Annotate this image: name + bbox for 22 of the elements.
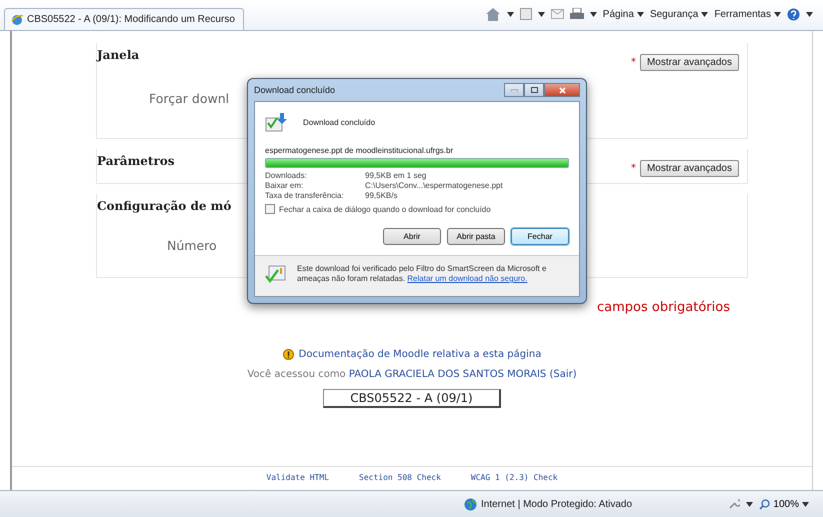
download-source: espermatogenese.ppt de moodleinstitucional.ufrgs.br (265, 146, 454, 155)
detail-label: Taxa de transferência: (265, 191, 345, 200)
tab-title: CBS05522 - A (09/1): Modificando um Recurso (27, 14, 235, 25)
field-label: Forçar downl (149, 91, 230, 106)
detail-label: Baixar em: (265, 181, 304, 190)
section-legend: Janela (97, 48, 150, 62)
detail-value: C:\Users\Conv...\espermatogenese.ppt (365, 181, 504, 190)
detail-value: 99,5KB/s (365, 191, 398, 200)
required-mark: * (630, 162, 636, 174)
security-zone-text: Internet | Modo Protegido: Ativado (481, 498, 632, 510)
checkbox-label: Fechar a caixa de diálogo quando o download for concluído (279, 204, 491, 214)
login-text: Você acessou como (247, 369, 347, 380)
required-note: campos obrigatórios (596, 300, 730, 315)
dialog-title: Download concluído (254, 85, 336, 95)
detail-value: 99,5KB em 1 seg (365, 171, 428, 180)
field-label: Número (167, 238, 217, 253)
notice-text: Este download foi verificado pelo Filtro do SmartScreen da Microsoft e ameaças não foram relatadas. Relatar um download não seguro. (297, 264, 548, 284)
section-legend: Configuração de mó (97, 199, 242, 213)
dialog-heading: Download concluído (303, 118, 376, 126)
detail-label: Downloads: (265, 171, 308, 180)
section-legend: Parâmetros (97, 154, 185, 168)
required-mark: * (630, 56, 636, 68)
